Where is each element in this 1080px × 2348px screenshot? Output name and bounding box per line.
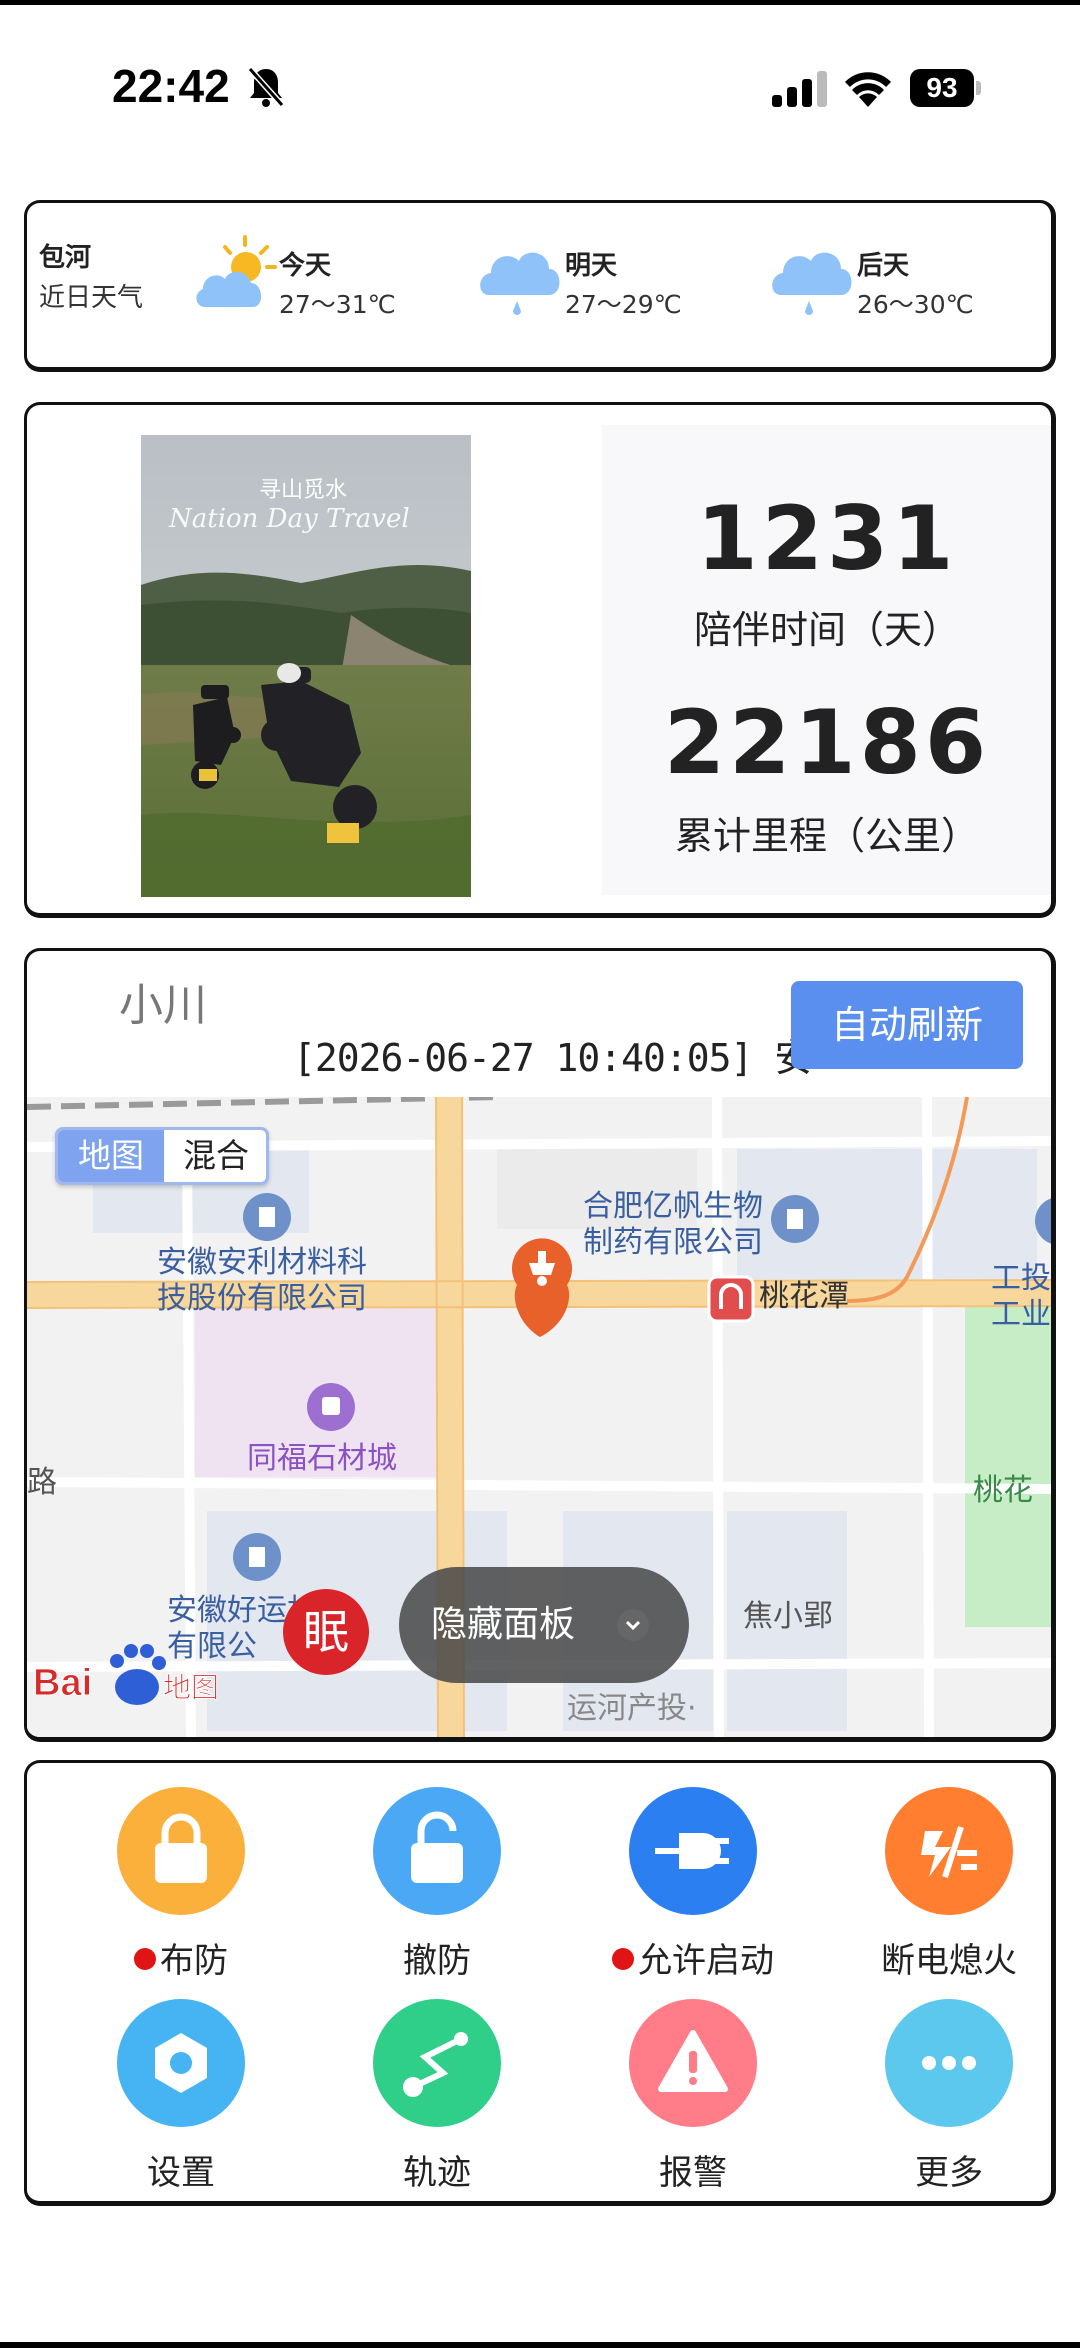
allow-start-label: 允许启动 bbox=[638, 1941, 774, 1981]
hide-panel-label: 隐藏面板 bbox=[431, 1604, 576, 1645]
sleep-status-badge: 眠 bbox=[283, 1589, 369, 1675]
status-bar: 22:42 93 bbox=[0, 55, 1080, 119]
chevron-down-icon bbox=[617, 1609, 649, 1641]
weather-day-label: 今天 bbox=[279, 251, 332, 281]
battery-icon: 93 bbox=[910, 69, 981, 107]
settings-label: 设置 bbox=[147, 2153, 215, 2193]
map-label-poi: 合肥亿帆生物 制药有限公司 bbox=[583, 1189, 763, 1260]
more-icon bbox=[885, 1999, 1013, 2127]
stats-card: 寻山觅水 Nation Day Travel 1231 陪伴时间（天） 2218… bbox=[24, 402, 1056, 918]
power-cut-icon bbox=[885, 1787, 1013, 1915]
disarm-label: 撤防 bbox=[403, 1941, 471, 1981]
weather-subtitle: 近日天气 bbox=[39, 283, 144, 313]
vehicle-status-line: [2026-06-27 10:40:05] 安徽 bbox=[293, 1036, 813, 1080]
active-dot bbox=[612, 1948, 634, 1970]
battery-level: 93 bbox=[926, 72, 958, 103]
unlock-icon bbox=[373, 1787, 501, 1915]
disarm-button[interactable]: 撤防 bbox=[337, 1787, 537, 1987]
map-label-poi: 安徽安利材料科 技股份有限公司 bbox=[157, 1245, 367, 1316]
map-type-mixed[interactable]: 混合 bbox=[164, 1130, 266, 1182]
signal-icon bbox=[772, 71, 827, 107]
weather-today: 今天 27～31℃ bbox=[191, 235, 461, 325]
photo-caption-en: Nation Day Travel bbox=[168, 504, 410, 534]
vehicle-photo: 寻山觅水 Nation Day Travel bbox=[141, 435, 471, 897]
status-time: 22:42 bbox=[112, 60, 230, 112]
active-dot bbox=[134, 1948, 156, 1970]
weather-day-label: 明天 bbox=[565, 251, 618, 281]
map-label-poi: 工投 工业 bbox=[991, 1261, 1051, 1332]
stats-panel: 1231 陪伴时间（天） 22186 累计里程（公里） bbox=[602, 425, 1051, 895]
weather-temp: 27～29℃ bbox=[565, 290, 682, 319]
auto-refresh-button[interactable]: 自动刷新 bbox=[791, 981, 1023, 1069]
plug-icon bbox=[629, 1787, 757, 1915]
vehicle-map-card: 小川 [2026-06-27 10:40:05] 安徽 自动刷新 地图 混合 安… bbox=[24, 948, 1056, 1742]
weather-day-after: 后天 26～30℃ bbox=[769, 235, 1039, 325]
mileage-label: 累计里程（公里） bbox=[674, 814, 979, 858]
allow-start-button[interactable]: 允许启动 bbox=[593, 1787, 793, 1987]
alarm-icon bbox=[629, 1999, 757, 2127]
weather-temp: 26～30℃ bbox=[857, 290, 974, 319]
rain-cloud-icon bbox=[480, 252, 560, 315]
more-label: 更多 bbox=[915, 2153, 983, 2193]
cut-power-label: 断电熄火 bbox=[881, 1941, 1017, 1981]
hide-panel-button[interactable]: 隐藏面板 bbox=[399, 1567, 689, 1683]
bottom-edge bbox=[0, 2342, 1080, 2348]
settings-button[interactable]: 设置 bbox=[81, 1999, 281, 2199]
track-button[interactable]: 轨迹 bbox=[337, 1999, 537, 2199]
map-label-park: 桃花 bbox=[973, 1473, 1033, 1508]
rain-cloud-icon bbox=[772, 252, 852, 315]
mileage-value: 22186 bbox=[663, 691, 991, 794]
baidu-map-logo: Bai 地图 bbox=[33, 1637, 263, 1717]
settings-icon bbox=[117, 1999, 245, 2127]
photo-caption-cn: 寻山觅水 bbox=[259, 478, 347, 503]
more-button[interactable]: 更多 bbox=[849, 1999, 1049, 2199]
map-view[interactable]: 地图 混合 安徽安利材料科 技股份有限公司 合肥亿帆生物 制药有限公司 桃花潭 … bbox=[27, 1097, 1051, 1737]
track-label: 轨迹 bbox=[403, 2153, 471, 2193]
svg-text:Bai: Bai bbox=[33, 1662, 92, 1704]
map-type-standard[interactable]: 地图 bbox=[58, 1130, 164, 1182]
partly-cloudy-icon bbox=[196, 235, 277, 307]
weather-tomorrow: 明天 27～29℃ bbox=[477, 235, 747, 325]
weather-day-label: 后天 bbox=[857, 251, 910, 281]
top-edge bbox=[0, 0, 1080, 5]
arm-button[interactable]: 布防 bbox=[81, 1787, 281, 1987]
action-grid-card: 布防 撤防 允许启动 断电熄火 设置 轨迹 报警 更多 bbox=[24, 1760, 1056, 2206]
wifi-icon bbox=[845, 72, 891, 107]
weather-card: 包河 近日天气 今天 27～31℃ 明天 27～29℃ 后天 26～30℃ bbox=[24, 200, 1056, 372]
weather-city: 包河 bbox=[39, 243, 92, 273]
alarm-button[interactable]: 报警 bbox=[593, 1999, 793, 2199]
cut-power-button[interactable]: 断电熄火 bbox=[849, 1787, 1049, 1987]
vehicle-name: 小川 bbox=[119, 980, 207, 1031]
map-label-area: 焦小郢 bbox=[743, 1599, 833, 1634]
map-label-metro: 桃花潭 bbox=[759, 1279, 849, 1314]
map-label-road: 路 bbox=[27, 1465, 57, 1500]
companion-days-label: 陪伴时间（天） bbox=[693, 608, 960, 652]
bell-mute-icon bbox=[247, 67, 285, 107]
route-icon bbox=[373, 1999, 501, 2127]
weather-temp: 27～31℃ bbox=[279, 290, 396, 319]
alarm-label: 报警 bbox=[659, 2153, 727, 2193]
map-label-poi: 同福石材城 bbox=[247, 1441, 397, 1476]
map-type-toggle[interactable]: 地图 混合 bbox=[55, 1127, 269, 1185]
lock-icon bbox=[117, 1787, 245, 1915]
map-label-poi: 运河产投· bbox=[567, 1691, 697, 1726]
arm-label: 布防 bbox=[160, 1941, 228, 1981]
companion-days-value: 1231 bbox=[696, 487, 958, 590]
baidu-logo-text: 地图 bbox=[163, 1671, 219, 1704]
